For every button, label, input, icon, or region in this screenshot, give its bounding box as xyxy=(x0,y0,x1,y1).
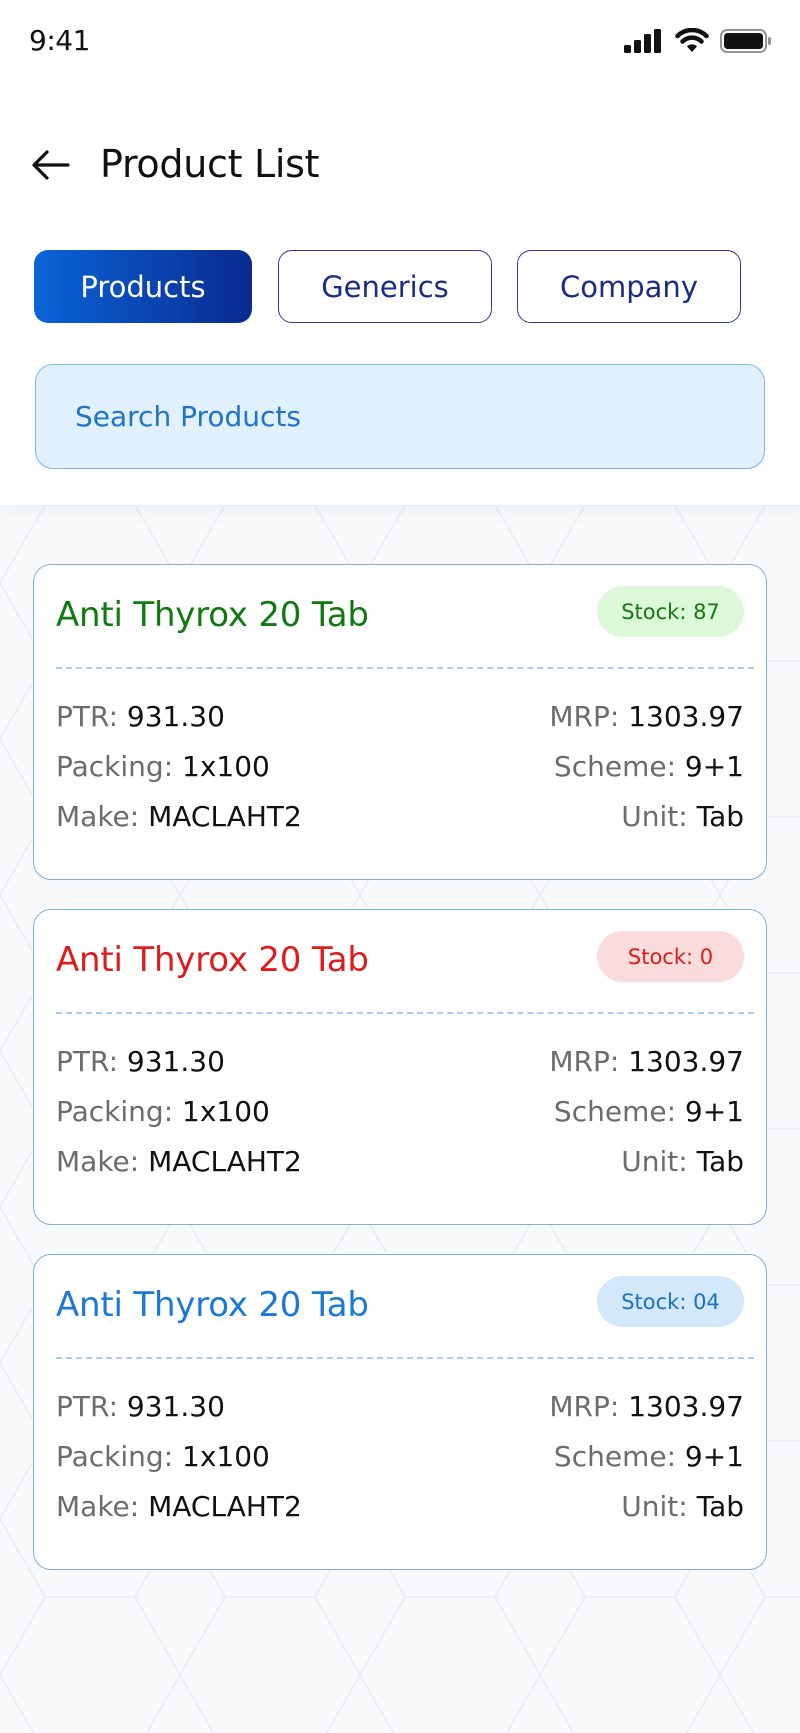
unit-field: Unit: Tab xyxy=(621,799,744,833)
tab-label: Products xyxy=(80,269,206,304)
make-field: Make: MACLAHT2 xyxy=(56,1489,302,1523)
stock-badge: Stock: 87 xyxy=(597,586,744,637)
product-name: Anti Thyrox 20 Tab xyxy=(56,595,369,635)
cellular-signal-icon xyxy=(624,29,661,53)
page-title: Product List xyxy=(100,142,320,186)
status-bar: 9:41 xyxy=(0,0,800,84)
info-row-price: PTR: 931.30 MRP: 1303.97 xyxy=(56,1041,744,1081)
ptr-field: PTR: 931.30 xyxy=(56,1044,225,1078)
nav-bar: Product List xyxy=(0,130,800,200)
product-card[interactable]: Anti Thyrox 20 Tab Stock: 0 PTR: 931.30 … xyxy=(33,909,767,1225)
mrp-field: MRP: 1303.97 xyxy=(549,1389,744,1423)
mrp-field: MRP: 1303.97 xyxy=(549,699,744,733)
info-row-packing: Packing: 1x100 Scheme: 9+1 xyxy=(56,1091,744,1131)
back-button[interactable] xyxy=(28,142,74,188)
ptr-field: PTR: 931.30 xyxy=(56,1389,225,1423)
scheme-field: Scheme: 9+1 xyxy=(553,1094,744,1128)
status-time: 9:41 xyxy=(29,24,90,57)
product-name: Anti Thyrox 20 Tab xyxy=(56,940,369,980)
packing-field: Packing: 1x100 xyxy=(56,749,270,783)
unit-field: Unit: Tab xyxy=(621,1489,744,1523)
dashed-divider xyxy=(56,1012,754,1014)
info-row-price: PTR: 931.30 MRP: 1303.97 xyxy=(56,1386,744,1426)
product-name: Anti Thyrox 20 Tab xyxy=(56,1285,369,1325)
info-row-packing: Packing: 1x100 Scheme: 9+1 xyxy=(56,1436,744,1476)
product-list-screen: 9:41 Product List Products Generics Comp… xyxy=(0,0,800,1733)
stock-badge: Stock: 04 xyxy=(597,1276,744,1327)
unit-field: Unit: Tab xyxy=(621,1144,744,1178)
ptr-field: PTR: 931.30 xyxy=(56,699,225,733)
wifi-icon xyxy=(675,28,709,52)
info-row-price: PTR: 931.30 MRP: 1303.97 xyxy=(56,696,744,736)
info-row-make: Make: MACLAHT2 Unit: Tab xyxy=(56,1486,744,1526)
dashed-divider xyxy=(56,667,754,669)
tab-generics[interactable]: Generics xyxy=(278,250,492,323)
packing-field: Packing: 1x100 xyxy=(56,1439,270,1473)
tab-products[interactable]: Products xyxy=(34,250,252,323)
make-field: Make: MACLAHT2 xyxy=(56,1144,302,1178)
make-field: Make: MACLAHT2 xyxy=(56,799,302,833)
search-input[interactable] xyxy=(75,400,764,433)
tab-company[interactable]: Company xyxy=(517,250,741,323)
stock-badge: Stock: 0 xyxy=(597,931,744,982)
tab-label: Generics xyxy=(321,269,449,304)
arrow-left-icon xyxy=(32,150,70,180)
mrp-field: MRP: 1303.97 xyxy=(549,1044,744,1078)
product-card[interactable]: Anti Thyrox 20 Tab Stock: 87 PTR: 931.30… xyxy=(33,564,767,880)
scheme-field: Scheme: 9+1 xyxy=(553,1439,744,1473)
product-card[interactable]: Anti Thyrox 20 Tab Stock: 04 PTR: 931.30… xyxy=(33,1254,767,1570)
search-box[interactable] xyxy=(35,364,765,469)
info-row-packing: Packing: 1x100 Scheme: 9+1 xyxy=(56,746,744,786)
dashed-divider xyxy=(56,1357,754,1359)
tab-label: Company xyxy=(560,269,698,304)
info-row-make: Make: MACLAHT2 Unit: Tab xyxy=(56,796,744,836)
header-area: 9:41 Product List Products Generics Comp… xyxy=(0,0,800,505)
info-row-make: Make: MACLAHT2 Unit: Tab xyxy=(56,1141,744,1181)
status-icons xyxy=(624,28,772,54)
packing-field: Packing: 1x100 xyxy=(56,1094,270,1128)
battery-icon xyxy=(720,29,771,53)
scheme-field: Scheme: 9+1 xyxy=(553,749,744,783)
